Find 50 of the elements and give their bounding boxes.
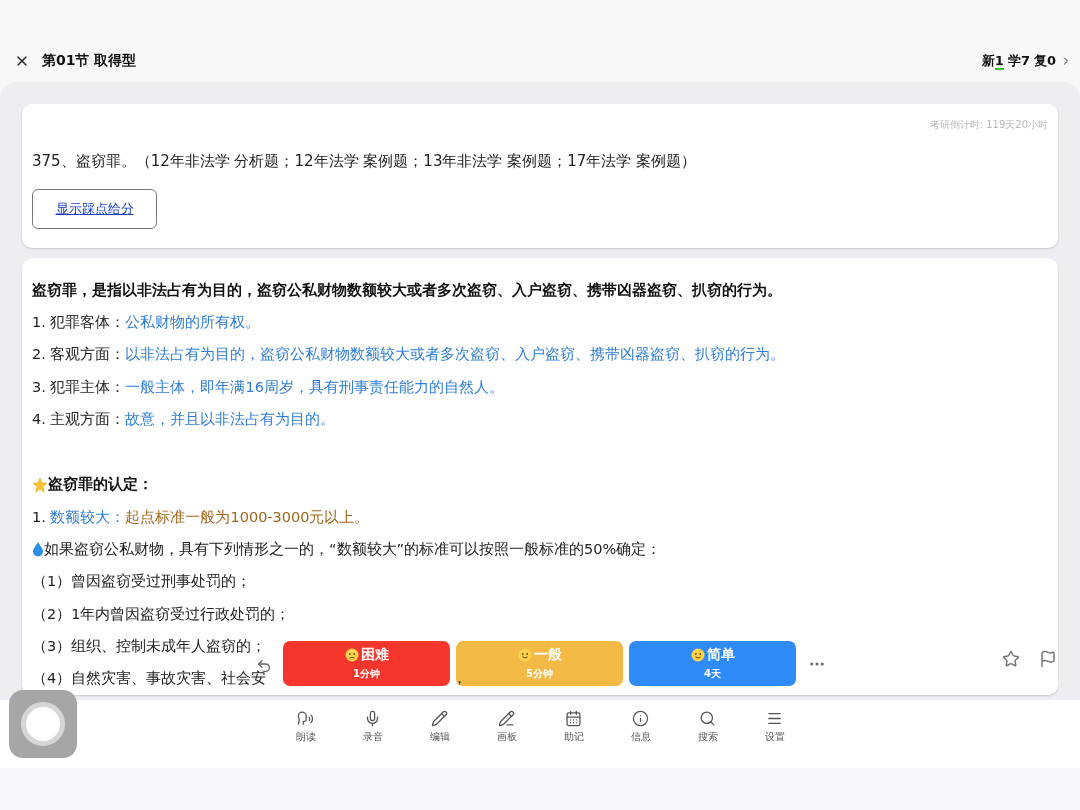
case-text: （2）1年内曾因盗窃受过行政处罚的； — [32, 604, 291, 624]
emoji-face-icon — [690, 648, 705, 662]
info-icon — [632, 710, 649, 727]
case-text: （1）曾因盗窃受过刑事处罚的； — [32, 572, 252, 592]
flag-icon[interactable] — [1039, 650, 1057, 668]
assistive-touch-button[interactable] — [9, 690, 77, 758]
search-icon — [699, 710, 716, 727]
criterion-label: 数额较大： — [50, 507, 126, 527]
toolbar-button[interactable]: 搜索 — [674, 710, 741, 748]
progress-stat: 新1 — [981, 52, 1004, 70]
toolbar-button[interactable]: 朗读 — [272, 710, 339, 748]
point-label: 2. 客观方面： — [32, 345, 126, 365]
point-text: 公私财物的所有权。 — [125, 313, 261, 332]
toolbar-button[interactable]: 录音 — [339, 710, 406, 748]
point-text: 故意，并且以非法占有为目的。 — [125, 410, 336, 430]
toolbar-button[interactable]: 信息 — [607, 710, 674, 748]
pencil-icon — [431, 710, 448, 727]
star-outline-icon[interactable] — [1002, 650, 1020, 668]
star-icon — [32, 476, 48, 493]
point-label: 4. 主观方面： — [32, 410, 126, 430]
show-scoring-button[interactable]: 显示踩点给分 — [32, 189, 157, 229]
point-label: 3. 犯罪主体： — [32, 377, 126, 397]
droplet-icon — [32, 541, 44, 558]
criterion-text: 起点标准一般为1000-3000元以上。 — [125, 507, 370, 527]
definition-text: 盗窃罪，是指以非法占有为目的，盗窃公私财物数额较大或者多次盗窃、入户盗窃、携带凶器盗窃、扒窃的行为。 — [32, 280, 782, 300]
section-title: 第01节 取得型 — [42, 52, 138, 70]
toolbar-button[interactable]: 助记 — [540, 710, 607, 748]
emoji-face-icon — [517, 648, 532, 662]
case-text: （3）组织、控制未成年人盗窃的； — [32, 636, 267, 656]
note-text: 如果盗窃公私财物，具有下列情形之一的，“数额较大”的标准可以按照一般标准的50%确定： — [44, 539, 662, 559]
question-text: 375、盗窃罪。（12年非法学 分析题；12年法学 案例题；13年非法学 案例题；17年法学 案例题） — [32, 152, 698, 171]
microphone-icon — [364, 710, 381, 727]
toolbar-button[interactable]: 编辑 — [406, 710, 473, 748]
point-text: 以非法占有为目的，盗窃公私财物数额较大或者多次盗窃、入户盗窃、携带凶器盗窃、扒窃的行为。 — [125, 345, 786, 365]
point-label: 1. 犯罪客体： — [32, 313, 126, 332]
item-number: 1. — [32, 509, 47, 526]
point-text: 一般主体，即年满16周岁，具有刑事责任能力的自然人。 — [125, 377, 504, 397]
calendar-icon — [565, 710, 582, 727]
toolbar-button[interactable]: 设置 — [741, 710, 808, 748]
subheading: 盗窃罪的认定： — [48, 475, 153, 495]
progress-stat: 学7 — [1007, 52, 1030, 70]
countdown-text: 考研倒计时: 119天20小时 — [929, 118, 1048, 132]
toolbar-button[interactable]: 画板 — [473, 710, 540, 748]
speaker-icon — [297, 710, 314, 727]
emoji-face-icon — [344, 648, 359, 662]
pen-icon — [498, 710, 515, 727]
progress-stat: 复0 — [1033, 52, 1056, 70]
menu-icon — [766, 710, 783, 727]
case-text: （4）自然灾害、事故灾害、社会安 — [32, 669, 267, 689]
rating-button[interactable]: 困难 1分钟 — [283, 641, 450, 686]
